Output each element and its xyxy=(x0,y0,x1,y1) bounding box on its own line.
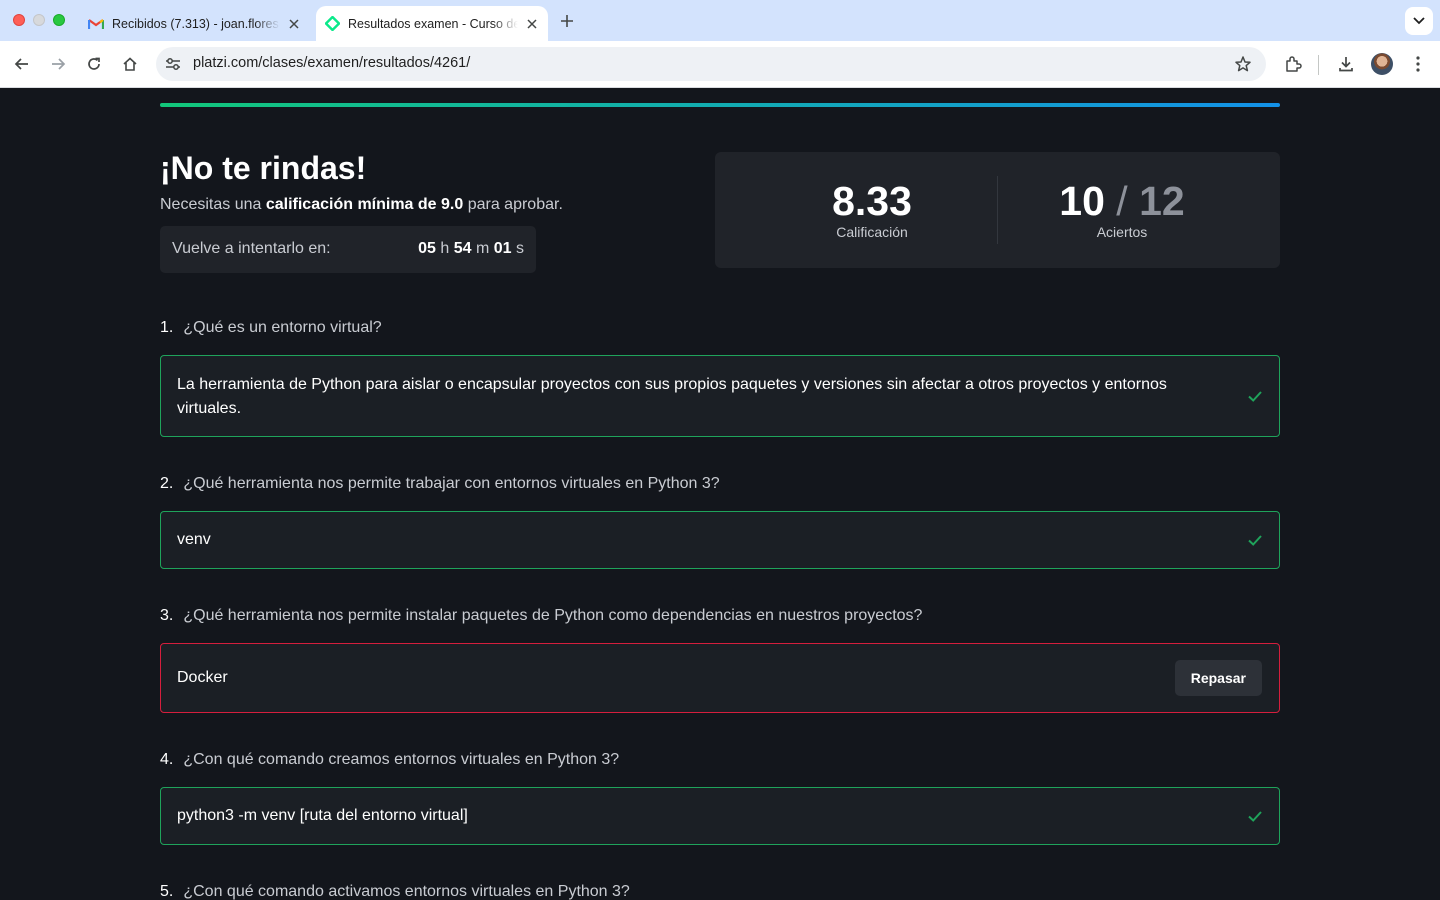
window-close-button[interactable] xyxy=(13,14,25,26)
review-button[interactable]: Repasar xyxy=(1174,660,1262,696)
retry-timer: 05 h 54 m 01 s xyxy=(418,240,524,257)
tab-gmail[interactable]: Recibidos (7.313) - joan.flores@ xyxy=(80,6,310,41)
bookmark-star-icon[interactable] xyxy=(1234,55,1252,73)
check-icon xyxy=(1248,391,1262,402)
retry-countdown: Vuelve a intentarlo en: 05 h 54 m 01 s xyxy=(160,226,536,273)
extensions-icon[interactable] xyxy=(1280,51,1306,77)
close-icon[interactable] xyxy=(524,16,540,32)
question-title: 5. ¿Con qué comando activamos entornos vi… xyxy=(160,883,630,900)
tab-platzi[interactable]: Resultados examen - Curso de xyxy=(316,6,548,41)
retry-label: Vuelve a intentarlo en: xyxy=(172,240,331,257)
home-icon[interactable] xyxy=(117,51,143,77)
grade-block: 8.33 Calificación xyxy=(729,178,1015,240)
hits-label: Aciertos xyxy=(1096,224,1148,240)
answer-box: La herramienta de Python para aislar o e… xyxy=(160,355,1280,437)
result-heading: ¡No te rindas! xyxy=(160,150,367,186)
check-icon xyxy=(1248,811,1262,822)
tab-strip: Recibidos (7.313) - joan.flores@ Resulta… xyxy=(0,0,1440,41)
toolbar-divider xyxy=(1318,55,1319,75)
address-bar[interactable]: platzi.com/clases/examen/resultados/4261… xyxy=(156,47,1266,81)
hits-value: 10 / 12 xyxy=(1059,178,1185,224)
question-title: 3. ¿Qué herramienta nos permite instalar … xyxy=(160,607,923,624)
new-tab-icon[interactable] xyxy=(557,11,577,31)
exam-progress-bar xyxy=(160,103,1280,107)
tab-title: Recibidos (7.313) - joan.flores@ xyxy=(112,16,280,31)
question-title: 2. ¿Qué herramienta nos permite trabajar … xyxy=(160,475,720,492)
reload-icon[interactable] xyxy=(81,51,107,77)
url-text: platzi.com/clases/examen/resultados/4261… xyxy=(193,55,471,71)
check-icon xyxy=(1248,535,1262,546)
download-icon[interactable] xyxy=(1333,51,1359,77)
platzi-icon xyxy=(324,16,340,32)
browser-toolbar: platzi.com/clases/examen/resultados/4261… xyxy=(0,41,1440,88)
pass-requirement-text: Necesitas una calificación mínima de 9.0… xyxy=(160,196,563,213)
window-minimize-button[interactable] xyxy=(33,14,45,26)
question-title: 1. ¿Qué es un entorno virtual? xyxy=(160,319,382,336)
answer-text: python3 -m venv [ruta del entorno virtua… xyxy=(177,807,468,824)
score-card: 8.33 Calificación 10 / 12 Aciertos xyxy=(715,152,1280,268)
answer-text: venv xyxy=(177,531,211,548)
answer-text: La herramienta de Python para aislar o e… xyxy=(177,376,1167,417)
back-icon[interactable] xyxy=(9,51,35,77)
grade-label: Calificación xyxy=(836,224,908,240)
hits-block: 10 / 12 Aciertos xyxy=(997,178,1247,240)
more-menu-icon[interactable] xyxy=(1405,51,1431,77)
gmail-icon xyxy=(88,16,104,32)
page-content: ¡No te rindas! Necesitas una calificació… xyxy=(0,88,1440,900)
site-info-icon[interactable] xyxy=(164,55,182,73)
question-title: 4. ¿Con qué comando creamos entornos virt… xyxy=(160,751,620,768)
tab-title: Resultados examen - Curso de xyxy=(348,16,518,31)
tab-search-icon[interactable] xyxy=(1405,7,1433,35)
answer-box: venv xyxy=(160,511,1280,569)
window-zoom-button[interactable] xyxy=(53,14,65,26)
grade-value: 8.33 xyxy=(832,178,912,224)
close-icon[interactable] xyxy=(286,16,302,32)
answer-text: Docker xyxy=(177,669,228,686)
answer-box-wrong: Docker Repasar xyxy=(160,643,1280,713)
forward-icon[interactable] xyxy=(45,51,71,77)
answer-box: python3 -m venv [ruta del entorno virtua… xyxy=(160,787,1280,845)
profile-avatar[interactable] xyxy=(1371,53,1393,75)
